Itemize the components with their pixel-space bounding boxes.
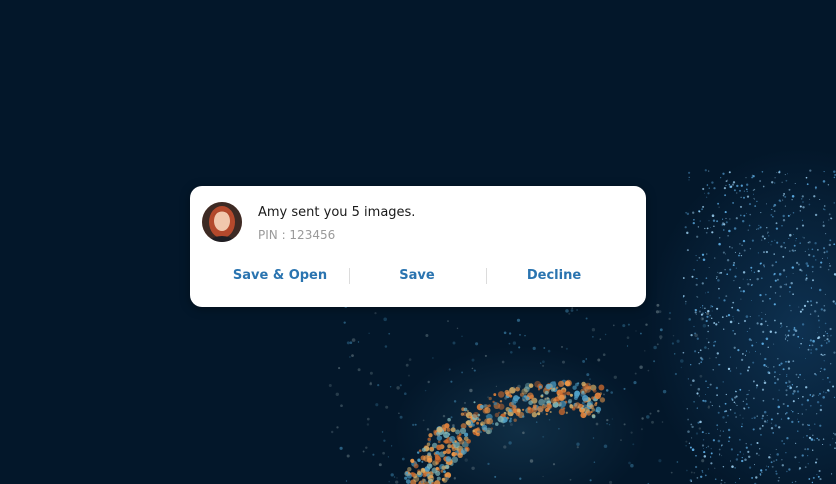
decline-button[interactable]: Decline bbox=[486, 264, 622, 288]
notification-toast: Amy sent you 5 images. PIN : 123456 Save… bbox=[190, 186, 646, 307]
notification-message: Amy sent you 5 images. bbox=[258, 205, 416, 220]
save-button[interactable]: Save bbox=[349, 264, 485, 288]
notification-pin: PIN : 123456 bbox=[258, 228, 336, 242]
notification-actions: Save & Open Save Decline bbox=[212, 264, 622, 288]
sender-avatar bbox=[202, 202, 242, 242]
avatar-photo-icon bbox=[202, 202, 242, 242]
save-and-open-button[interactable]: Save & Open bbox=[212, 264, 348, 288]
